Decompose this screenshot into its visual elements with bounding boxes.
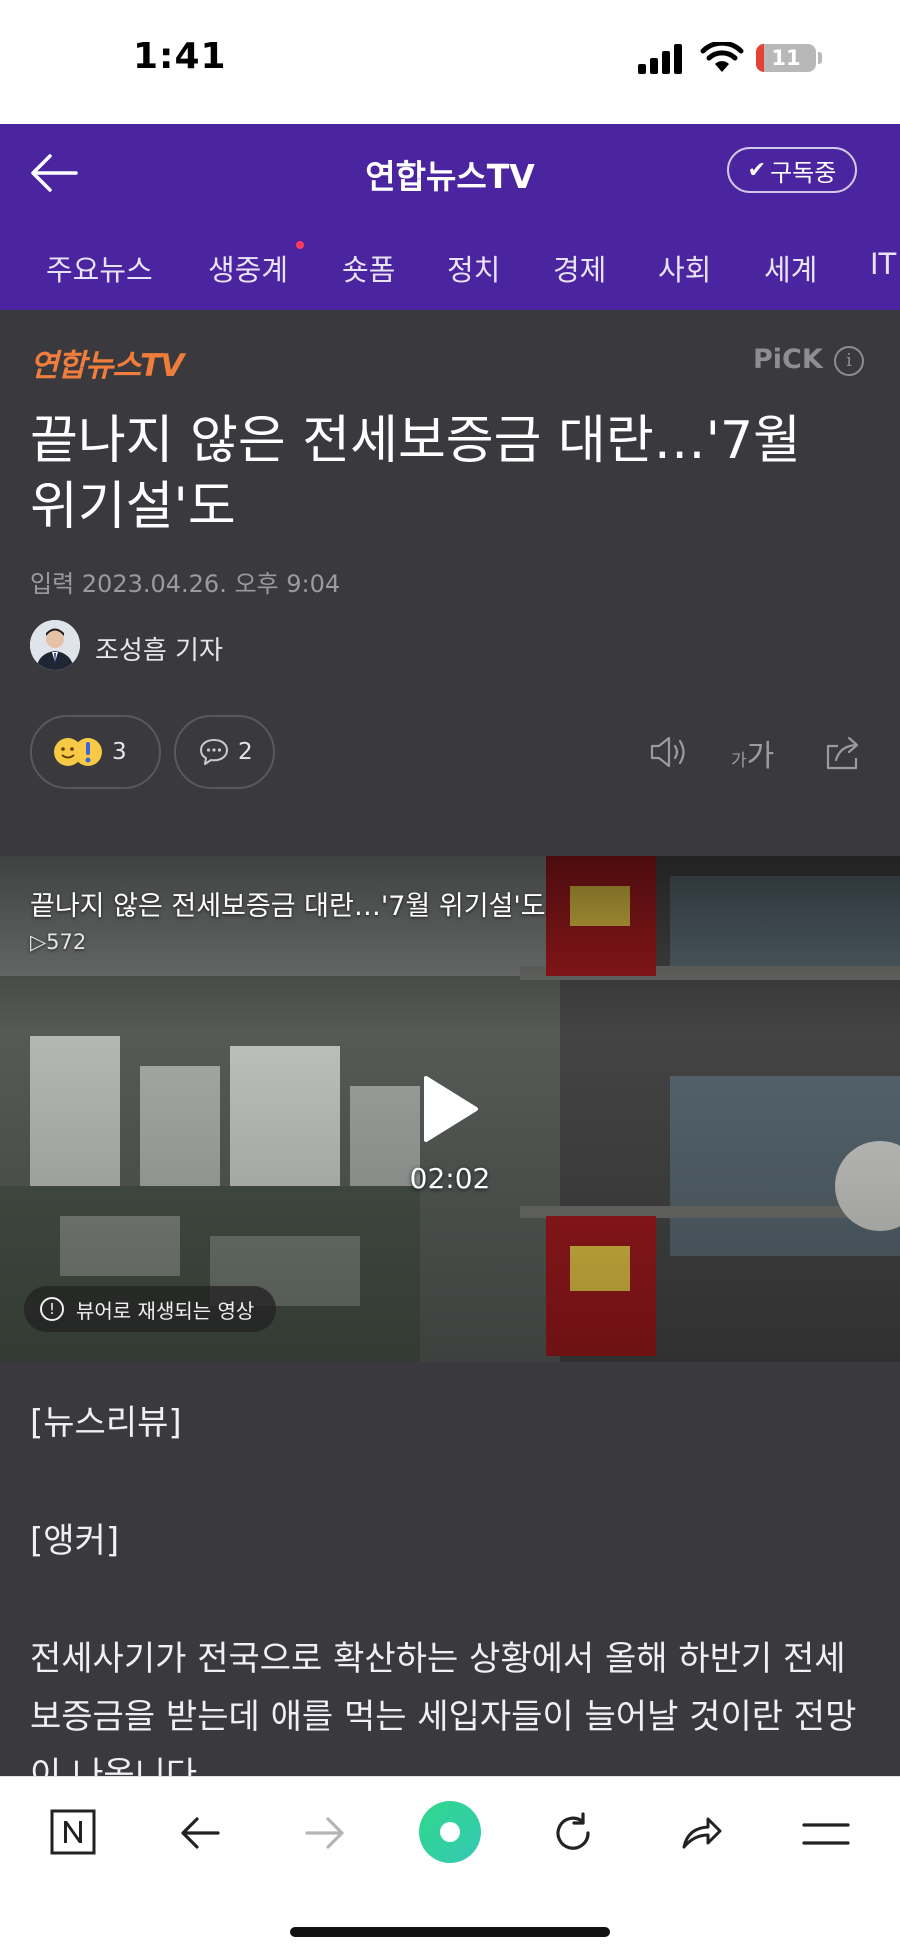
green-dot-icon[interactable]: [417, 1799, 483, 1865]
pick-label: PiCK: [753, 344, 823, 375]
tab-shortform[interactable]: 숏폼: [342, 247, 395, 289]
wifi-icon: [700, 42, 744, 72]
reaction-emoji-icon: [54, 738, 102, 766]
browser-toolbar: [0, 1776, 900, 1952]
video-duration: 02:02: [409, 1162, 491, 1195]
category-tabs: 주요뉴스 생중계 숏폼 정치 경제 사회 세계 IT: [0, 221, 900, 310]
home-indicator: [290, 1927, 610, 1937]
comment-button[interactable]: 2: [174, 715, 275, 789]
play-icon[interactable]: [420, 1074, 480, 1144]
live-indicator-dot: [296, 241, 304, 249]
share-icon[interactable]: [822, 734, 864, 772]
hamburger-icon[interactable]: [802, 1819, 850, 1849]
body-paragraph-anchor: [앵커]: [30, 1521, 120, 1561]
tab-world[interactable]: 세계: [764, 247, 817, 289]
tab-live[interactable]: 생중계: [208, 247, 288, 289]
reporter-name[interactable]: 조성흠 기자: [95, 630, 223, 667]
status-bar: 1:41 11: [0, 0, 900, 124]
reaction-count: 3: [112, 739, 127, 765]
check-icon: ✔: [747, 157, 767, 183]
video-title: 끝나지 않은 전세보증금 대란…'7월 위기설'도: [30, 891, 546, 922]
tab-society[interactable]: 사회: [658, 247, 711, 289]
body-line-1: 전세사기가 전국으로 확산하는 상황에서 올해 하반기 전세: [30, 1639, 846, 1679]
nav-back-icon[interactable]: [178, 1813, 222, 1853]
comment-count: 2: [238, 739, 253, 765]
press-logo[interactable]: 연합뉴스TV: [30, 340, 184, 385]
reporter-photo: [30, 620, 80, 670]
article-headline: 끝나지 않은 전세보증금 대란…'7월 위기설'도: [30, 411, 801, 537]
viewer-notice-text: 뷰어로 재생되는 영상: [76, 1298, 255, 1323]
video-player[interactable]: 끝나지 않은 전세보증금 대란…'7월 위기설'도 ▷572 02:02 ! 뷰…: [0, 856, 900, 1362]
share-forward-icon[interactable]: [678, 1811, 724, 1853]
nav-forward-icon[interactable]: [303, 1813, 347, 1853]
info-icon[interactable]: i: [834, 346, 864, 376]
video-views: ▷572: [30, 930, 86, 954]
reporter-avatar[interactable]: [30, 620, 80, 670]
status-time: 1:41: [133, 36, 227, 77]
views-play-icon: ▷: [30, 930, 47, 954]
tab-main-news[interactable]: 주요뉴스: [46, 247, 153, 289]
views-count: 572: [46, 930, 87, 954]
cellular-signal-icon: [638, 44, 682, 74]
body-line-2: 보증금을 받는데 애를 먹는 세입자들이 늘어날 것이란 전망: [30, 1697, 857, 1737]
naver-n-icon[interactable]: [50, 1809, 96, 1855]
app-bar: 연합뉴스TV ✔ 구독중: [0, 124, 900, 221]
subscribe-label: 구독중: [770, 158, 837, 187]
tab-economy[interactable]: 경제: [553, 247, 606, 289]
viewer-notice-badge[interactable]: ! 뷰어로 재생되는 영상: [24, 1286, 277, 1332]
comment-icon: [200, 739, 228, 765]
article-date: 입력 2023.04.26. 오후 9:04: [30, 570, 341, 598]
notice-info-icon: !: [40, 1297, 64, 1321]
tab-it[interactable]: IT: [870, 247, 896, 281]
font-size-small-glyph: 가: [731, 751, 747, 771]
tab-politics[interactable]: 정치: [447, 247, 500, 289]
reaction-button[interactable]: 3: [30, 715, 161, 789]
battery-level: 11: [771, 46, 801, 70]
speaker-icon[interactable]: [648, 734, 690, 770]
body-line-3: 이 나옵니다.: [30, 1755, 209, 1776]
refresh-icon[interactable]: [550, 1810, 596, 1856]
font-size-icon[interactable]: 가가: [731, 731, 774, 775]
font-size-large-glyph: 가: [746, 739, 775, 774]
battery-tip: [818, 52, 822, 64]
article-area: 연합뉴스TV PiCK i 끝나지 않은 전세보증금 대란…'7월 위기설'도 …: [0, 310, 900, 1776]
battery-icon: 11: [756, 44, 816, 72]
body-paragraph-news-review: [뉴스리뷰]: [30, 1403, 182, 1443]
subscribe-button[interactable]: ✔ 구독중: [727, 147, 857, 193]
